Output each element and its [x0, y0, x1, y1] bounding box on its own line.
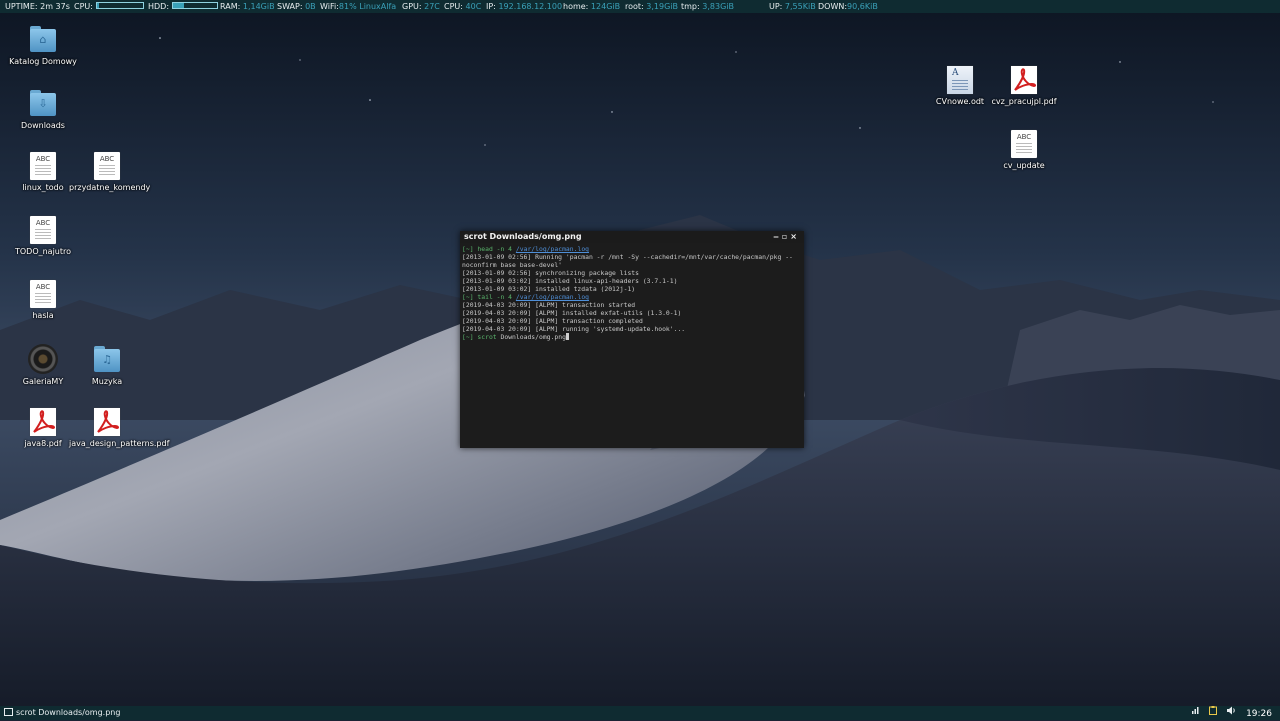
system-monitor-bar: UPTIME: 2m 37s CPU: HDD: RAM: 1,14GiB SW…	[0, 0, 1280, 13]
desktop-icon-label: Katalog Domowy	[9, 57, 77, 66]
desktop-icon-label: przydatne_komendy	[69, 183, 151, 192]
downloads-folder-icon: ⇩	[28, 88, 58, 118]
music-folder-icon: ♫	[92, 344, 122, 374]
close-icon[interactable]: ×	[790, 232, 800, 241]
taskbar: scrot Downloads/omg.png 19:26	[0, 706, 1280, 720]
volume-icon[interactable]	[1226, 706, 1236, 720]
terminal-line: [~] tail -n 4 /var/log/pacman.log	[462, 293, 590, 301]
desktop-icon-label: hasla	[32, 311, 54, 320]
gpu-temp-stat: GPU: 27C	[402, 2, 440, 11]
desktop-icon-hasla[interactable]: ABC hasla	[5, 280, 81, 320]
cpu-meter	[95, 2, 144, 9]
taskbar-item-terminal[interactable]: scrot Downloads/omg.png	[2, 707, 124, 719]
cpu-meter-fill	[96, 3, 100, 8]
terminal-line: [2019-04-03 20:09] [ALPM] transaction st…	[462, 301, 636, 309]
terminal-line: [2013-01-09 02:56] Running 'pacman -r /m…	[462, 253, 793, 269]
terminal-line: [2019-04-03 20:09] [ALPM] installed exfa…	[462, 309, 682, 317]
terminal-line: [2013-01-09 03:02] installed linux-api-h…	[462, 277, 678, 285]
desktop-icon-label: cv_update	[1003, 161, 1045, 170]
taskbar-item-label: scrot Downloads/omg.png	[16, 708, 121, 717]
desktop-icon-todo-najutro[interactable]: ABC TODO_najutro	[5, 216, 81, 256]
cpu-temp-stat: CPU: 40C	[444, 2, 482, 11]
terminal-prompt-line[interactable]: [~] scrot Downloads/omg.png	[462, 333, 802, 341]
terminal-title: scrot Downloads/omg.png	[464, 232, 582, 241]
desktop-icon-java-design-patterns-pdf[interactable]: java_design_patterns.pdf	[69, 408, 170, 448]
home-folder-icon: ⌂	[28, 24, 58, 54]
terminal-line: [2019-04-03 20:09] [ALPM] running 'syste…	[462, 325, 686, 333]
ram-stat: RAM: 1,14GiB	[220, 2, 275, 11]
desktop-icon-cvz-pracujpl-pdf[interactable]: cvz_pracujpl.pdf	[986, 66, 1062, 106]
desktop-icon-przydatne-komendy[interactable]: ABC przydatne_komendy	[69, 152, 151, 192]
text-document-icon: ABC	[30, 216, 56, 244]
terminal-line: [2019-04-03 20:09] [ALPM] transaction co…	[462, 317, 643, 325]
upload-stat: UP: 7,55KiB	[769, 2, 816, 11]
clipboard-icon[interactable]	[1208, 706, 1217, 720]
pdf-icon	[30, 408, 56, 436]
desktop-icon-cv-update[interactable]: ABC cv_update	[986, 130, 1062, 170]
camera-icon	[28, 344, 58, 374]
desktop-icon-muzyka[interactable]: ♫ Muzyka	[69, 344, 145, 386]
desktop-icon-downloads[interactable]: ⇩ Downloads	[5, 88, 81, 130]
desktop-icon-label: TODO_najutro	[14, 247, 72, 256]
terminal-titlebar[interactable]: scrot Downloads/omg.png ‒▫×	[460, 231, 804, 243]
ip-stat: IP: 192.168.12.100	[486, 2, 563, 11]
text-document-icon: ABC	[30, 280, 56, 308]
text-document-icon: ABC	[94, 152, 120, 180]
clock[interactable]: 19:26	[1246, 709, 1272, 719]
terminal-line: [2013-01-09 03:02] installed tzdata (201…	[462, 285, 636, 293]
system-tray: 19:26	[1185, 706, 1272, 720]
desktop-icon-label: java_design_patterns.pdf	[69, 439, 170, 448]
pdf-icon	[1011, 66, 1037, 94]
text-document-icon: ABC	[1011, 130, 1037, 158]
minimize-icon[interactable]: ‒	[773, 232, 782, 241]
terminal-output[interactable]: [~] head -n 4 /var/log/pacman.log [2013-0…	[460, 243, 804, 341]
download-stat: DOWN:90,6KiB	[818, 2, 878, 11]
swap-stat: SWAP: 0B	[277, 2, 316, 11]
desktop-icon-label: Muzyka	[91, 377, 123, 386]
uptime-stat: UPTIME: 2m 37s	[5, 2, 70, 11]
text-document-icon: ABC	[30, 152, 56, 180]
root-disk-stat: root: 3,19GiB	[625, 2, 679, 11]
desktop-icon-label: cvz_pracujpl.pdf	[991, 97, 1057, 106]
terminal-line: [~] head -n 4 /var/log/pacman.log	[462, 245, 590, 253]
terminal-window[interactable]: scrot Downloads/omg.png ‒▫× [~] head -n …	[460, 231, 804, 448]
terminal-line: [2013-01-09 02:56] synchronizing package…	[462, 269, 639, 277]
tmp-disk-stat: tmp: 3,83GiB	[681, 2, 734, 11]
wifi-stat: WiFi:81% LinuxAlfa	[320, 2, 397, 11]
hdd-meter-fill	[173, 3, 185, 8]
odt-document-icon: A	[947, 66, 973, 94]
cpu-stat: CPU:	[74, 0, 144, 13]
desktop-icon-label: Downloads	[21, 121, 65, 130]
home-disk-stat: home: 124GiB	[563, 2, 621, 11]
pdf-icon	[94, 408, 120, 436]
hdd-stat: HDD:	[148, 0, 219, 13]
hdd-meter	[172, 2, 219, 9]
window-icon	[4, 708, 13, 716]
network-icon[interactable]	[1191, 706, 1200, 720]
text-cursor	[565, 333, 569, 340]
window-controls: ‒▫×	[773, 231, 800, 243]
desktop-icon-katalog-domowy[interactable]: ⌂ Katalog Domowy	[5, 24, 81, 66]
